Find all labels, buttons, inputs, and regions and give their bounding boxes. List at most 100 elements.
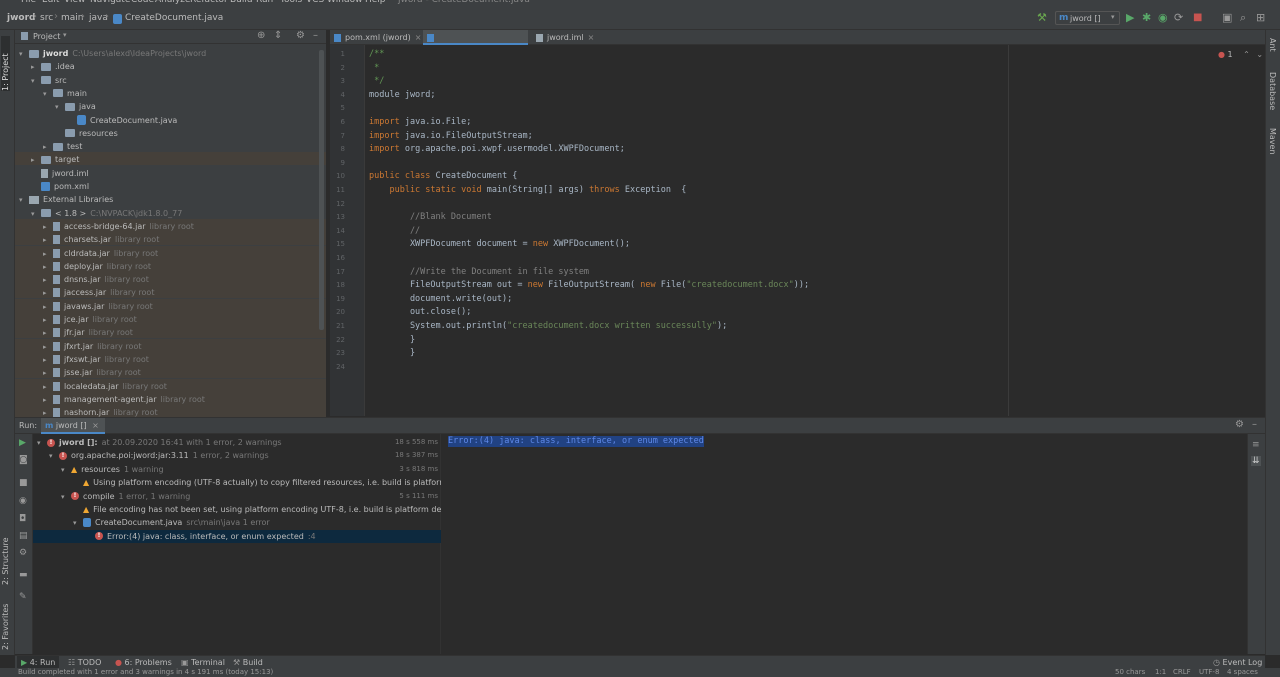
library-jar-item[interactable]: ▸ jfxswt.jar library root xyxy=(43,353,149,366)
library-jar-item[interactable]: ▸ jce.jar library root xyxy=(43,313,137,326)
menu-file[interactable]: File xyxy=(21,0,36,5)
editor-tab[interactable]: CreateDocument.java× xyxy=(423,30,528,57)
rerun-icon[interactable]: ▶ xyxy=(19,438,26,448)
library-jar-item[interactable]: ▸ jsse.jar library root xyxy=(43,366,141,379)
gear-icon[interactable]: ⚙ xyxy=(1235,419,1244,430)
library-jar-item[interactable]: ▸ charsets.jar library root xyxy=(43,233,159,246)
run-config-dropdown[interactable]: m jword [] ▾ xyxy=(1055,11,1120,25)
chevron-down-icon[interactable]: ▾ xyxy=(55,101,65,114)
wrap-icon[interactable]: ≡ xyxy=(1252,440,1260,450)
project-tool-tab[interactable]: 1: Project xyxy=(1,36,10,91)
project-tree-item[interactable]: ▾ src xyxy=(31,74,67,87)
project-tree-item[interactable]: ▾ java xyxy=(55,100,96,113)
locate-icon[interactable]: ⊕ xyxy=(257,30,265,41)
library-jar-item[interactable]: ▸ dnsns.jar library root xyxy=(43,273,149,286)
chevron-down-icon[interactable]: ▾ xyxy=(19,48,29,61)
menu-refactor[interactable]: Refactor xyxy=(190,0,228,5)
run-icon[interactable]: ▶ xyxy=(1126,12,1134,24)
project-tree-item[interactable]: ▾ External Libraries xyxy=(19,193,113,206)
structure-tool-tab[interactable]: 2: Structure xyxy=(1,530,10,585)
stop-icon[interactable]: ◙ xyxy=(19,455,28,465)
code-editor[interactable]: /** * */ module jword; import java.io.File… xyxy=(366,45,1265,416)
search-icon[interactable]: ⌕ xyxy=(1240,12,1246,24)
project-tree-item[interactable]: jword.iml xyxy=(31,167,89,180)
build-tree-item[interactable]: ▾ CreateDocument.java src\main\java 1 erro… xyxy=(33,516,441,529)
library-jar-item[interactable]: ▸ javaws.jar library root xyxy=(43,300,153,313)
library-jar-item[interactable]: ▸ jfr.jar library root xyxy=(43,326,133,339)
library-jar-item[interactable]: ▸ deploy.jar library root xyxy=(43,260,151,273)
project-tree-item[interactable]: ▸ target xyxy=(31,153,79,166)
chevron-down-icon[interactable]: ▾ xyxy=(31,75,41,88)
library-jar-item[interactable]: ▸ localedata.jar library root xyxy=(43,380,167,393)
build-tree-item[interactable]: ▾! org.apache.poi:jword:jar:3.11 1 error, … xyxy=(33,449,441,462)
build-tree-item[interactable]: ! Error:(4) java: class, interface, or en… xyxy=(33,529,441,543)
chevron-down-icon[interactable]: ▾ xyxy=(37,437,47,450)
minimize-icon[interactable]: – xyxy=(313,30,318,41)
profile-icon[interactable]: ⟳ xyxy=(1174,12,1183,24)
library-jar-item[interactable]: ▸ jfxrt.jar library root xyxy=(43,340,141,353)
project-tree-item[interactable]: ▾ jword C:\Users\alexd\IdeaProjects\jword xyxy=(19,47,206,60)
project-tree-item[interactable]: ▾ < 1.8 > C:\NVPACK\jdk1.8.0_77 xyxy=(31,207,182,220)
library-jar-item[interactable]: ▸ management-agent.jar library root xyxy=(43,393,205,406)
chevron-down-icon[interactable]: ▾ xyxy=(43,88,53,101)
menu-code[interactable]: Code xyxy=(131,0,154,5)
chevron-right-icon[interactable]: ▸ xyxy=(31,154,41,167)
breadcrumb-src[interactable]: src xyxy=(40,13,53,23)
menu-analyze[interactable]: Analyze xyxy=(155,0,190,5)
build-tree-item[interactable]: ▾! jword []: at 20.09.2020 16:41 with 1 er… xyxy=(33,436,441,449)
pin-icon[interactable]: ✎ xyxy=(19,592,27,602)
hammer-icon[interactable]: ⚒ xyxy=(1037,12,1047,24)
database-tool-tab[interactable]: Database xyxy=(1268,72,1277,110)
menu-help[interactable]: Help xyxy=(365,0,386,5)
coverage-icon[interactable]: ◉ xyxy=(1158,12,1168,24)
run-tab[interactable]: m jword [] × xyxy=(41,418,105,434)
menu-build[interactable]: Build xyxy=(230,0,253,5)
collapse-icon[interactable]: ⇕ xyxy=(274,30,282,41)
project-scrollbar[interactable] xyxy=(319,50,324,330)
project-structure-icon[interactable]: ▣ xyxy=(1222,12,1232,24)
library-jar-item[interactable]: ▸ jaccess.jar library root xyxy=(43,286,154,299)
stop-icon[interactable]: ■ xyxy=(1193,12,1202,24)
output-error-line[interactable]: Error:(4) java: class, interface, or enu… xyxy=(448,436,704,447)
library-jar-item[interactable]: ▸ access-bridge-64.jar library root xyxy=(43,220,194,233)
build-tree-item[interactable]: ▾ ▲ resources 1 warning 3 s 818 ms xyxy=(33,463,441,476)
chevron-right-icon[interactable]: ▸ xyxy=(31,61,41,74)
project-tree-item[interactable]: resources xyxy=(55,127,118,140)
ant-tool-tab[interactable]: Ant xyxy=(1268,38,1277,52)
build-output[interactable]: Error:(4) java: class, interface, or enu… xyxy=(441,434,1247,654)
menu-tools[interactable]: Tools xyxy=(280,0,302,5)
build-tree-item[interactable]: ▾! compile 1 error, 1 warning 5 s 111 ms xyxy=(33,490,441,503)
layout-icon[interactable]: ▬ xyxy=(19,570,28,580)
breadcrumb-project[interactable]: jword xyxy=(7,13,35,23)
close-icon[interactable]: × xyxy=(415,33,422,42)
chevron-up-icon[interactable]: ⌃ xyxy=(1243,50,1250,59)
close-icon[interactable]: × xyxy=(92,421,99,430)
pause-icon[interactable]: ■ xyxy=(19,478,28,488)
favorites-tool-tab[interactable]: 2: Favorites xyxy=(1,598,10,650)
chevron-down-icon[interactable]: ▾ xyxy=(61,464,71,477)
chevron-down-icon[interactable]: ▾ xyxy=(63,31,67,39)
status-indent[interactable]: 4 spaces xyxy=(1227,668,1258,677)
debug-icon[interactable]: ✱ xyxy=(1142,12,1151,24)
scroll-to-end-icon[interactable]: ⇊ xyxy=(1251,456,1261,466)
editor-tab[interactable]: pom.xml (jword) × xyxy=(330,30,422,45)
lock-icon[interactable]: ▤ xyxy=(19,531,28,541)
status-position[interactable]: 1:1 xyxy=(1155,668,1166,677)
status-message[interactable]: Build completed with 1 error and 3 warni… xyxy=(18,668,273,677)
menu-view[interactable]: View xyxy=(64,0,85,5)
build-tree-item[interactable]: ▲ File encoding has not been set, using p… xyxy=(33,503,478,516)
chevron-down-icon[interactable]: ▾ xyxy=(73,517,83,530)
maven-tool-tab[interactable]: Maven xyxy=(1268,128,1277,155)
menu-edit[interactable]: Edit xyxy=(42,0,59,5)
close-icon[interactable]: × xyxy=(588,33,595,42)
menu-run[interactable]: Run xyxy=(256,0,273,5)
menu-navigate[interactable]: Navigate xyxy=(90,0,130,5)
menu-vcs[interactable]: VCS xyxy=(306,0,324,5)
build-tree-item[interactable]: ▲ Using platform encoding (UTF-8 actually… xyxy=(33,476,485,489)
chevron-down-icon[interactable]: ▾ xyxy=(61,491,71,504)
chevron-down-icon[interactable]: ▾ xyxy=(19,194,29,207)
breadcrumb-file[interactable]: CreateDocument.java xyxy=(125,13,223,23)
camera-icon[interactable]: ◘ xyxy=(19,514,26,524)
minimize-icon[interactable]: – xyxy=(1252,419,1257,430)
settings-icon[interactable]: ⚙ xyxy=(19,548,27,558)
